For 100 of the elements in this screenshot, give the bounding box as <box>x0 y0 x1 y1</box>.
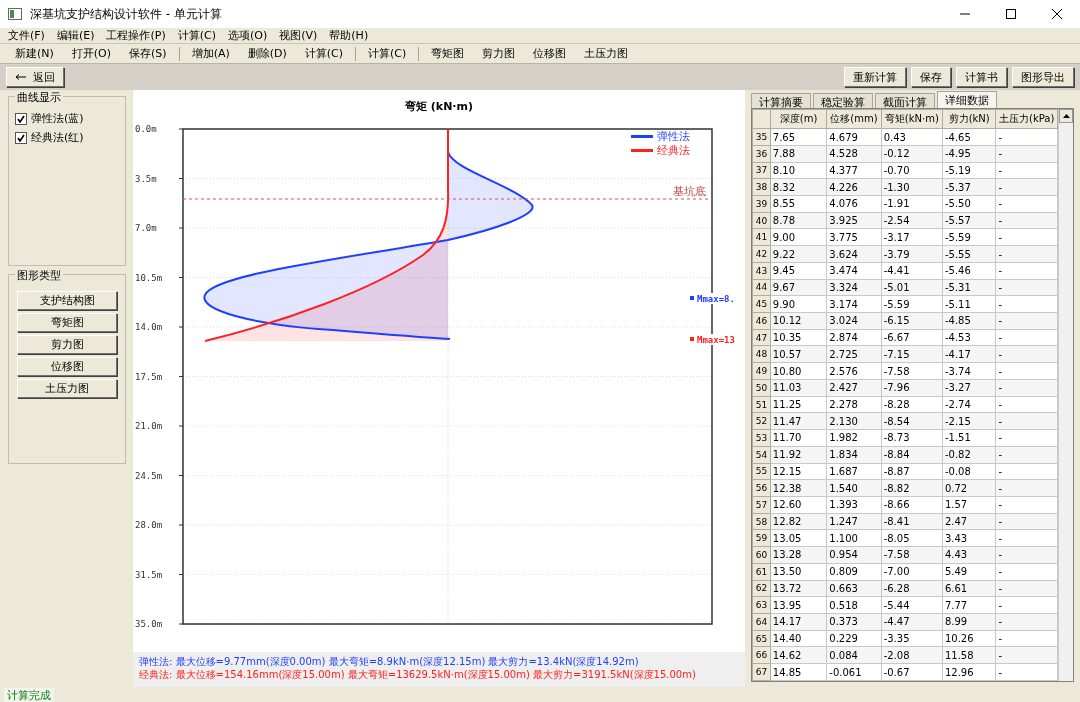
table-cell: - <box>995 162 1058 179</box>
table-cell: 0.229 <box>826 630 882 647</box>
graph-type-button[interactable]: 位移图 <box>17 357 117 376</box>
column-header[interactable]: 剪力(kN) <box>942 109 996 129</box>
axis-label: 24.5m <box>135 470 163 481</box>
table-cell: 13.95 <box>770 596 827 614</box>
menu-item[interactable]: 帮助(H) <box>329 28 369 43</box>
tab[interactable]: 详细数据 <box>937 91 997 108</box>
table-cell: - <box>995 295 1058 313</box>
table-cell: -8.73 <box>881 429 943 447</box>
menu-item[interactable]: 选项(O) <box>227 28 268 43</box>
table-cell: 10.35 <box>770 329 827 346</box>
back-button[interactable]: 返回 <box>6 67 64 87</box>
table-cell: - <box>995 228 1058 246</box>
toolbar-button[interactable]: 打开(O) <box>62 46 121 61</box>
checkbox[interactable] <box>15 112 27 125</box>
table-cell: -0.061 <box>826 663 882 681</box>
legend-label: 弹性法 <box>657 130 690 143</box>
group-title: 图形类型 <box>15 268 63 283</box>
table-cell: 9.90 <box>770 295 827 313</box>
graph-type-button[interactable]: 支护结构图 <box>17 291 117 310</box>
table-cell: 13.05 <box>770 529 827 547</box>
table-cell: - <box>995 563 1058 581</box>
toolbar-button[interactable]: 计算(C) <box>359 46 416 61</box>
table-cell: 11.70 <box>770 429 827 447</box>
axis-label: 10.5m <box>135 272 163 283</box>
menu-item[interactable]: 计算(C) <box>177 28 216 43</box>
toolbar-button[interactable]: 计算书 <box>956 67 1007 87</box>
toolbar-button[interactable]: 图形导出 <box>1012 67 1074 87</box>
summary-line: 弹性法: 最大位移=9.77mm(深度0.00m) 最大弯矩=8.9kN·m(深度12.15m) 最大剪力=13.4kN(深度14.92m) <box>139 655 640 668</box>
table-cell: 11.25 <box>770 396 827 413</box>
menu-item[interactable]: 编辑(E) <box>56 28 95 43</box>
tab[interactable]: 稳定验算 <box>813 93 873 108</box>
table-cell: 14.40 <box>770 630 827 647</box>
table-cell: -4.41 <box>881 262 943 280</box>
table-cell: 3.43 <box>942 529 996 547</box>
column-header[interactable]: 土压力(kPa) <box>995 109 1058 129</box>
menu-item[interactable]: 文件(F) <box>8 28 45 43</box>
table-cell: -8.28 <box>881 396 943 413</box>
table-cell: -0.70 <box>881 162 943 179</box>
table-cell: -5.19 <box>942 162 996 179</box>
toolbar-button[interactable]: 土压力图 <box>575 46 638 61</box>
checkbox-label: 经典法(红) <box>31 130 84 145</box>
table-cell: - <box>995 429 1058 447</box>
table-cell: 10.26 <box>942 630 996 647</box>
axis-label: 14.0m <box>135 322 163 332</box>
graph-type-button[interactable]: 剪力图 <box>17 335 117 354</box>
toolbar-button[interactable]: 计算(C) <box>295 46 353 61</box>
table-cell: 8.55 <box>770 195 827 213</box>
table-cell: - <box>995 630 1058 647</box>
table-cell: 4.377 <box>826 162 882 179</box>
table-cell: 1.982 <box>826 429 882 447</box>
graph-type-button[interactable]: 土压力图 <box>17 379 117 398</box>
table-cell: 1.100 <box>826 529 882 547</box>
toolbar-button[interactable]: 保存(S) <box>120 46 176 61</box>
toolbar-button[interactable]: 新建(N) <box>6 46 63 61</box>
graph-type-button[interactable]: 弯矩图 <box>17 313 117 332</box>
table-cell: 3.474 <box>826 262 882 280</box>
menu-item[interactable]: 视图(V) <box>279 28 318 43</box>
scrollbar[interactable] <box>1058 109 1073 681</box>
table-cell: 10.80 <box>770 362 827 380</box>
tab[interactable]: 计算摘要 <box>751 93 811 108</box>
axis-label: 17.5m <box>135 371 163 382</box>
table-cell: 2.874 <box>826 329 882 346</box>
table-cell: -8.05 <box>881 529 943 547</box>
table-cell: -7.00 <box>881 563 943 581</box>
checkbox[interactable] <box>15 131 27 144</box>
toolbar-button[interactable]: 弯矩图 <box>422 46 474 61</box>
table-cell: 5.49 <box>942 563 996 581</box>
table-cell: 8.10 <box>770 162 827 179</box>
table-cell: - <box>995 329 1058 346</box>
table-cell: -3.74 <box>942 362 996 380</box>
table-cell: 9.45 <box>770 262 827 280</box>
scroll-up-icon[interactable] <box>1059 109 1073 123</box>
toolbar-button[interactable]: 位移图 <box>524 46 576 61</box>
column-header[interactable]: 位移(mm) <box>826 109 882 129</box>
toolbar-button[interactable]: 剪力图 <box>473 46 525 61</box>
toolbar-button[interactable]: 重新计算 <box>844 67 906 87</box>
toolbar-button[interactable]: 删除(D) <box>238 46 296 61</box>
table-cell: 2.278 <box>826 396 882 413</box>
table-cell: 7.65 <box>770 128 827 146</box>
table-cell: -1.91 <box>881 195 943 213</box>
table-cell: - <box>995 663 1058 681</box>
table-cell: -5.59 <box>942 228 996 246</box>
table-cell: - <box>995 195 1058 213</box>
table-cell: 4.076 <box>826 195 882 213</box>
table-cell: 1.687 <box>826 463 882 480</box>
table-cell: -3.17 <box>881 228 943 246</box>
table-cell: - <box>995 362 1058 380</box>
table-cell: -5.11 <box>942 295 996 313</box>
column-header[interactable]: 深度(m) <box>770 109 827 129</box>
toolbar-button[interactable]: 保存 <box>911 67 951 87</box>
chart-title: 弯矩 (kN·m) <box>405 100 473 113</box>
table-cell: 7.77 <box>942 596 996 614</box>
summary-line: 经典法: 最大位移=154.16mm(深度15.00m) 最大弯矩=13629.5kN·m(深度15.00m) 最大剪力=3191.5kN(深度15.00m) <box>139 668 697 681</box>
column-header[interactable]: 弯矩(kN·m) <box>881 109 943 129</box>
toolbar-button[interactable]: 增加(A) <box>182 46 239 61</box>
menu-item[interactable]: 工程操作(P) <box>106 28 166 43</box>
table-cell: 0.518 <box>826 596 882 614</box>
tab[interactable]: 截面计算 <box>875 93 935 108</box>
